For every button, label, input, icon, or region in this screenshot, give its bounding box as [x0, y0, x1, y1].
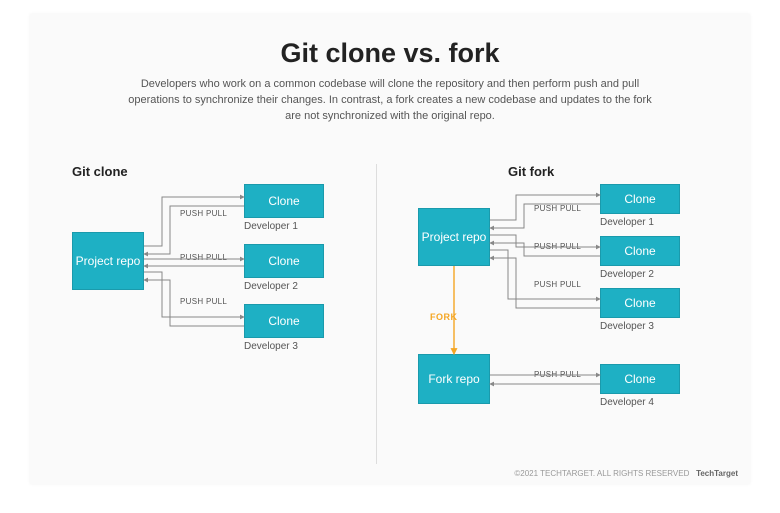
left-dev-caption-3: Developer 3 — [244, 341, 298, 352]
copyright-text: ©2021 TECHTARGET. ALL RIGHTS RESERVED — [514, 469, 689, 478]
right-clone-box-1: Clone — [600, 184, 680, 214]
right-project-repo-label: Project repo — [422, 230, 487, 244]
left-clone-label-2: Clone — [268, 254, 299, 268]
right-fork-edge-label: FORK — [430, 312, 458, 322]
left-dev-caption-1: Developer 1 — [244, 221, 298, 232]
left-clone-box-3: Clone — [244, 304, 324, 338]
left-dev-caption-2: Developer 2 — [244, 281, 298, 292]
right-clone-label-2: Clone — [624, 244, 655, 258]
left-project-repo-box: Project repo — [72, 232, 144, 290]
left-clone-label-3: Clone — [268, 314, 299, 328]
right-clone-label-4: Clone — [624, 372, 655, 386]
left-clone-box-1: Clone — [244, 184, 324, 218]
right-dev-caption-2: Developer 2 — [600, 269, 654, 280]
diagram-title: Git clone vs. fork — [30, 38, 750, 69]
right-fork-repo-label: Fork repo — [428, 372, 479, 386]
section-heading-right: Git fork — [508, 164, 554, 179]
left-edge-label-1: PUSH PULL — [180, 209, 227, 218]
right-clone-box-2: Clone — [600, 236, 680, 266]
left-clone-box-2: Clone — [244, 244, 324, 278]
right-dev-caption-1: Developer 1 — [600, 217, 654, 228]
right-fork-repo-box: Fork repo — [418, 354, 490, 404]
diagram-canvas: Git clone vs. fork Developers who work o… — [30, 14, 750, 484]
right-edge-label-1: PUSH PULL — [534, 204, 581, 213]
right-clone-box-3: Clone — [600, 288, 680, 318]
right-edge-label-2: PUSH PULL — [534, 242, 581, 251]
right-clone-label-3: Clone — [624, 296, 655, 310]
left-project-repo-label: Project repo — [76, 254, 141, 268]
attribution: ©2021 TECHTARGET. ALL RIGHTS RESERVED Te… — [514, 469, 738, 478]
left-edge-label-2: PUSH PULL — [180, 253, 227, 262]
diagram-subtitle: Developers who work on a common codebase… — [120, 77, 660, 125]
right-dev-caption-4: Developer 4 — [600, 397, 654, 408]
right-clone-label-1: Clone — [624, 192, 655, 206]
brand-text: TechTarget — [696, 469, 738, 478]
right-edge-label-3: PUSH PULL — [534, 280, 581, 289]
section-heading-left: Git clone — [72, 164, 128, 179]
right-dev-caption-3: Developer 3 — [600, 321, 654, 332]
left-clone-label-1: Clone — [268, 194, 299, 208]
right-edge-label-4: PUSH PULL — [534, 370, 581, 379]
left-edge-label-3: PUSH PULL — [180, 297, 227, 306]
right-clone-box-4: Clone — [600, 364, 680, 394]
right-project-repo-box: Project repo — [418, 208, 490, 266]
vertical-divider — [376, 164, 377, 464]
